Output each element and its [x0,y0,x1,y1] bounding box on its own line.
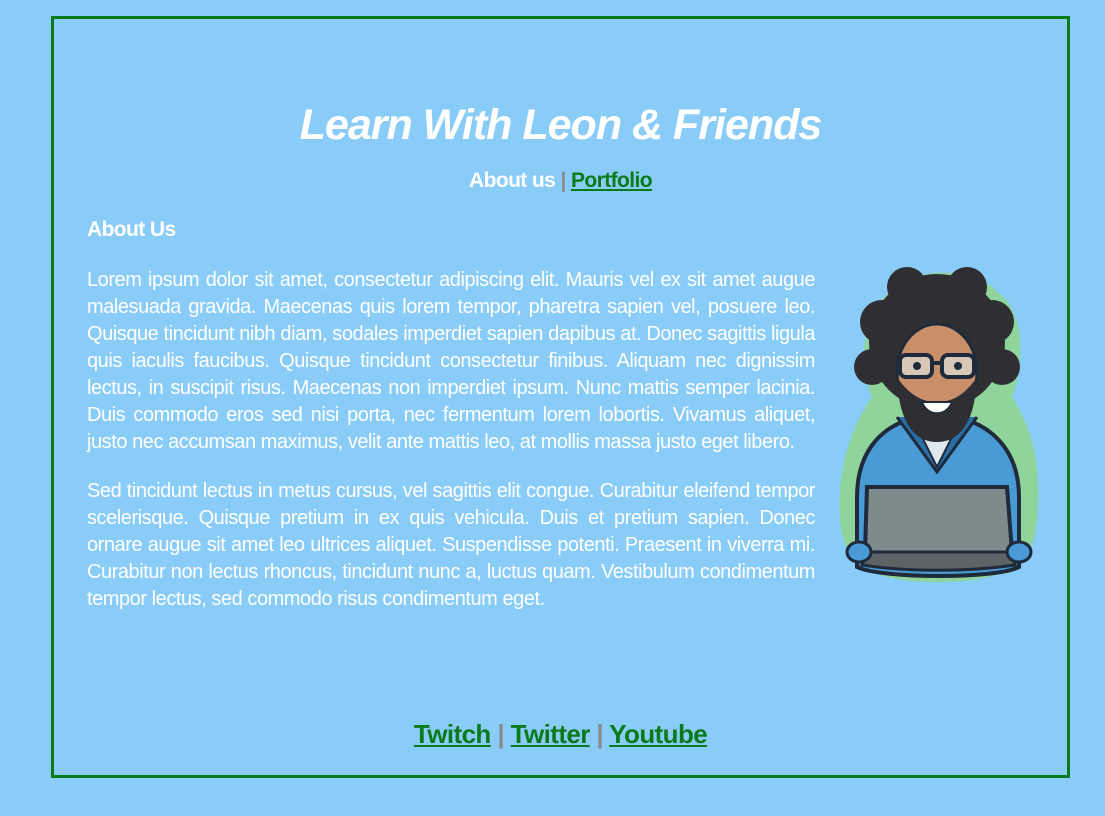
nav-about-us-current: About us [469,169,556,192]
twitch-link[interactable]: Twitch [414,719,491,749]
nav-separator: | [560,169,566,192]
footer-links: Twitch | Twitter | Youtube [54,719,1067,750]
footer-separator-1: | [497,719,505,749]
twitter-link[interactable]: Twitter [511,719,591,749]
section-heading: About Us [87,218,176,241]
page-title: Learn With Leon & Friends [299,101,823,149]
developer-avatar-image [839,267,1039,582]
nav-portfolio-link[interactable]: Portfolio [571,169,653,192]
footer-separator-2: | [596,719,604,749]
main-content: Lorem ipsum dolor sit amet, consectetur … [87,267,1042,635]
top-nav: About us | Portfolio [54,169,1067,193]
youtube-link[interactable]: Youtube [609,719,707,749]
page-frame: Learn With Leon & Friends About us | Por… [51,16,1070,778]
